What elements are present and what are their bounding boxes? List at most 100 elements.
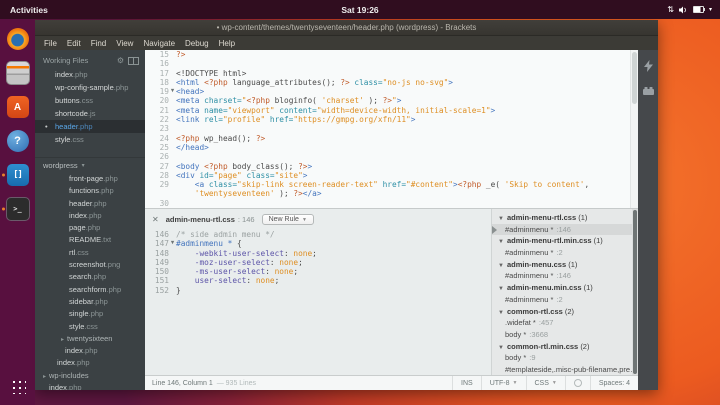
live-preview-icon[interactable] [644, 60, 653, 72]
rule-file-admin-menu.css[interactable]: ▼admin-menu.css (1) [492, 259, 638, 271]
rule-file-admin-menu-rtl.css[interactable]: ▼admin-menu-rtl.css (1) [492, 212, 638, 224]
tree-file-functions[interactable]: functions.php [35, 185, 145, 197]
inline-editor-filename[interactable]: admin-menu-rtl.css [166, 215, 235, 224]
code-line: 23 [145, 124, 638, 133]
network-icon[interactable]: ⇅ [667, 6, 674, 14]
rule-file-common-rtl.min.css[interactable]: ▼common-rtl.min.css (2) [492, 341, 638, 353]
line-number: 17 [145, 69, 169, 78]
tree-file-header[interactable]: header.php [35, 198, 145, 210]
extension-status-icon[interactable] [565, 376, 590, 390]
menu-file[interactable]: File [39, 39, 62, 48]
code-line: 152} [145, 286, 491, 295]
system-tray[interactable]: ⇅ ▾ [667, 6, 712, 14]
menu-view[interactable]: View [111, 39, 138, 48]
activities-button[interactable]: Activities [10, 5, 48, 15]
project-dropdown[interactable]: wordpress ▾ [35, 157, 145, 173]
rule-entry[interactable]: #adminmenu *:146 [492, 224, 638, 236]
battery-icon[interactable] [693, 6, 704, 13]
code-line: 16 [145, 59, 638, 68]
brackets-window: • wp-content/themes/twentyseventeen/head… [35, 20, 658, 390]
firefox-icon[interactable] [0, 22, 35, 56]
rule-file-common-rtl.css[interactable]: ▼common-rtl.css (2) [492, 306, 638, 318]
tree-file-search[interactable]: search.php [35, 271, 145, 283]
rule-entry[interactable]: #adminmenu *:2 [492, 294, 638, 306]
terminal-icon[interactable]: >_ [0, 192, 35, 226]
language-select[interactable]: CSS▼ [526, 376, 565, 390]
window-titlebar[interactable]: • wp-content/themes/twentyseventeen/head… [35, 20, 658, 36]
code-line: 17<!DOCTYPE html> [145, 69, 638, 78]
inline-editor-line-ref: : 146 [238, 215, 255, 224]
rule-entry[interactable]: .widefat *:457 [492, 317, 638, 329]
indent-setting[interactable]: Spaces: 4 [590, 376, 638, 390]
working-file-header[interactable]: header.php [35, 120, 145, 133]
tree-folder-wp-includes[interactable]: ▸wp-includes [35, 370, 145, 382]
line-number: 20 [145, 96, 169, 105]
tree-file-style[interactable]: style.css [35, 321, 145, 333]
tree-file-index[interactable]: index.php [35, 345, 145, 357]
tree-file-README[interactable]: README.txt [35, 234, 145, 246]
menu-navigate[interactable]: Navigate [138, 39, 180, 48]
tree-file-index[interactable]: index.php [35, 357, 145, 369]
extension-manager-icon[interactable] [643, 86, 654, 95]
rule-entry[interactable]: #templateside,.misc-pub-filename,pre,.wi… [492, 364, 638, 375]
tree-file-index[interactable]: index.php [35, 382, 145, 390]
chevron-down-icon: ▼ [498, 263, 504, 269]
tree-file-searchform[interactable]: searchform.php [35, 284, 145, 296]
line-number: 24 [145, 134, 169, 143]
rule-entry[interactable]: #adminmenu *:146 [492, 270, 638, 282]
tree-folder-twentysixteen[interactable]: ▸twentysixteen [35, 333, 145, 345]
tree-file-rtl[interactable]: rtl.css [35, 247, 145, 259]
gnome-top-bar: Activities Sat 19:26 ⇅ ▾ [0, 0, 720, 19]
related-rules-panel: ▼admin-menu-rtl.css (1)#adminmenu *:146▼… [491, 209, 638, 375]
ubuntu-dock: A?[]>_ [0, 19, 35, 405]
help-icon[interactable]: ? [0, 124, 35, 158]
menu-find[interactable]: Find [86, 39, 112, 48]
tree-file-single[interactable]: single.php [35, 308, 145, 320]
tree-file-screenshot[interactable]: screenshot.png [35, 259, 145, 271]
brackets-icon[interactable]: [] [0, 158, 35, 192]
volume-icon[interactable] [679, 6, 688, 14]
rule-file-admin-menu.min.css[interactable]: ▼admin-menu.min.css (1) [492, 282, 638, 294]
encoding-select[interactable]: UTF-8▼ [481, 376, 526, 390]
editor-scrollbar[interactable] [630, 50, 638, 208]
rule-entry[interactable]: body *:3668 [492, 329, 638, 341]
code-editor[interactable]: 15?>1617<!DOCTYPE html>18<html <?php lan… [145, 50, 638, 208]
clock[interactable]: Sat 19:26 [341, 5, 378, 15]
tree-file-page[interactable]: page.php [35, 222, 145, 234]
tree-file-front-page[interactable]: front-page.php [35, 173, 145, 185]
fold-arrow-icon[interactable]: ▼ [169, 87, 176, 96]
rule-entry[interactable]: body *:9 [492, 352, 638, 364]
new-rule-button[interactable]: New Rule ▼ [262, 214, 314, 225]
inline-css-editor[interactable]: 146/* side admin menu */147▼#adminmenu *… [145, 230, 491, 295]
working-file-wp-config-sample[interactable]: wp-config-sample.php [35, 81, 145, 94]
tree-file-sidebar[interactable]: sidebar.php [35, 296, 145, 308]
split-view-icon[interactable] [128, 57, 139, 65]
line-number: 147 [145, 239, 169, 248]
files-icon[interactable] [0, 56, 35, 90]
line-number: 29 [145, 180, 169, 189]
rule-entry[interactable]: #adminmenu *:2 [492, 247, 638, 259]
gear-icon[interactable]: ⚙ [117, 56, 124, 65]
chevron-right-icon: ▸ [61, 337, 64, 343]
show-apps-icon[interactable] [0, 369, 35, 403]
menu-debug[interactable]: Debug [180, 39, 214, 48]
status-bar: Line 146, Column 1 — 935 Lines INS UTF-8… [145, 375, 638, 390]
close-icon[interactable]: ✕ [152, 215, 159, 224]
working-file-style[interactable]: style.css [35, 133, 145, 146]
working-file-index[interactable]: index.php [35, 68, 145, 81]
tray-caret-icon[interactable]: ▾ [709, 7, 712, 13]
inline-quick-edit: ✕ admin-menu-rtl.css : 146 New Rule ▼ 14… [145, 208, 638, 375]
cursor-position[interactable]: Line 146, Column 1 [152, 380, 213, 387]
software-icon[interactable]: A [0, 90, 35, 124]
tree-file-index[interactable]: index.php [35, 210, 145, 222]
code-line: 19▼<head> [145, 87, 638, 96]
rule-file-admin-menu-rtl.min.css[interactable]: ▼admin-menu-rtl.min.css (1) [492, 235, 638, 247]
working-file-buttons[interactable]: buttons.css [35, 94, 145, 107]
code-line: 27<body <?php body_class(); ?>> [145, 162, 638, 171]
menu-edit[interactable]: Edit [62, 39, 86, 48]
rules-scrollbar[interactable] [632, 209, 638, 375]
fold-arrow-icon[interactable]: ▼ [169, 239, 176, 248]
insert-mode-indicator[interactable]: INS [452, 376, 481, 390]
menu-help[interactable]: Help [214, 39, 240, 48]
working-file-shortcode[interactable]: shortcode.js [35, 107, 145, 120]
